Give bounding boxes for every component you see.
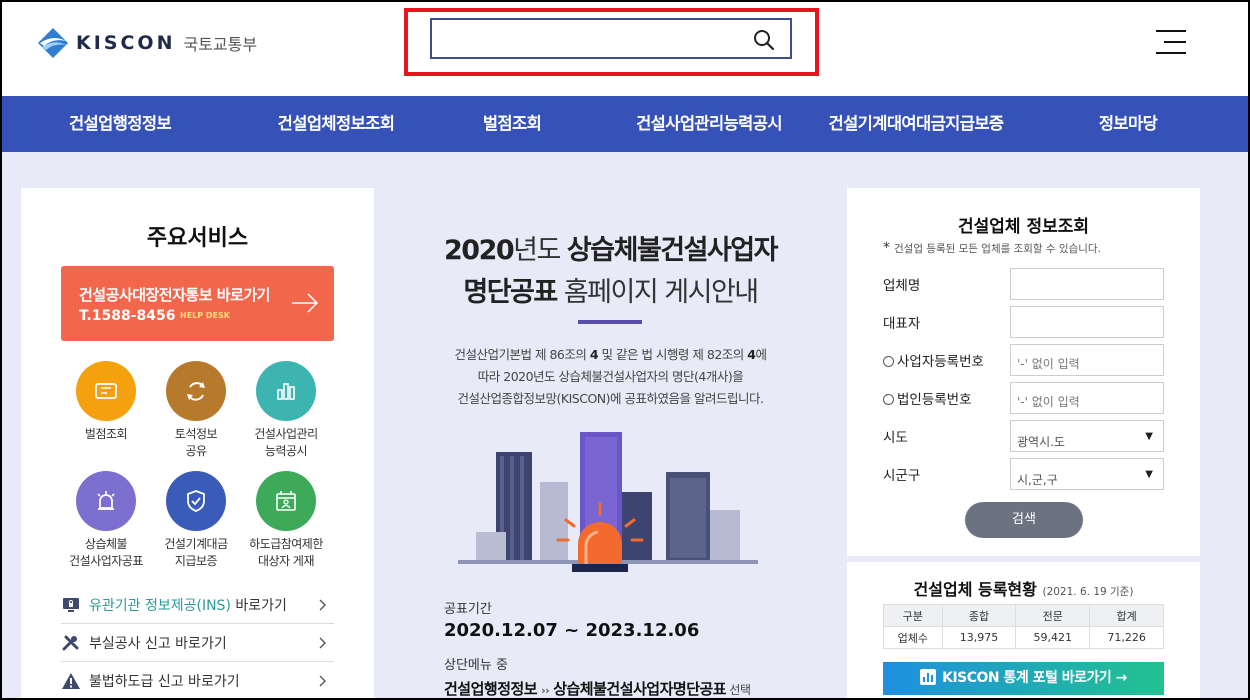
search-input[interactable] [438,26,738,51]
row-sigungu: 시군구 시,군,구 ▼ [883,458,1164,490]
stats-portal-button[interactable]: KISCON 통계 포털 바로가기 → [883,662,1164,695]
company-name-input[interactable] [1010,268,1164,300]
quick-links: 유관기관 정보제공(INS) 바로가기 부실공사 신고 바로가기 불법하도급 신… [61,586,334,700]
stats-table: 구분 종합 전문 합계 업체수 13,975 59,421 71,226 [883,604,1164,649]
shield-check-icon [187,490,205,512]
nav-item-guarantee[interactable]: 건설기계대여대금지급보증 [826,96,1006,152]
kiscon-diamond-icon [38,28,68,58]
nav-item-company-lookup[interactable]: 건설업체정보조회 [240,96,432,152]
search-box[interactable] [430,18,792,59]
bizno-radio[interactable] [883,356,894,367]
chevron-right-icon [319,599,326,611]
search-icon[interactable] [752,28,776,52]
bar-chart-icon [277,383,295,400]
top-menu-label: 상단메뉴 중 [444,658,508,673]
nav-item-capability[interactable]: 건설사업관리능력공시 [592,96,826,152]
notice-description: 건설산업기본법 제 86조의 4 및 같은 법 시행령 제 82조의 4에 따라… [454,347,767,406]
nav-item-penalty[interactable]: 벌점조회 [432,96,592,152]
period-value: 2020.12.07 ~ 2023.12.06 [444,620,700,641]
service-soil-info[interactable]: 토석정보 공유 [151,361,241,460]
search-panel-note: * 건설업 등록된 모든 업체를 조회할 수 있습니다. [883,240,1101,256]
stats-chart-icon [920,669,937,685]
menu-path: 건설업행정정보 ›› 상습체불건설사업자명단공표 선택 [444,680,751,698]
row-corpno: 법인등록번호 [883,382,1164,414]
chevron-right-icon [319,637,326,649]
link-faulty-construction[interactable]: 부실공사 신고 바로가기 [61,624,334,662]
panel-title: 주요서비스 [146,226,249,251]
title-divider [578,320,642,324]
main-services-panel: 주요서비스 건설공사대장전자통보 바로가기 T.1588-8456 HELP D… [21,188,374,700]
kiscon-logo[interactable]: KISCON 국토교통부 [36,26,257,60]
row-bizno: 사업자등록번호 [883,344,1164,376]
company-search-button[interactable]: 검색 [965,502,1083,538]
e-report-banner[interactable]: 건설공사대장전자통보 바로가기 T.1588-8456 HELP DESK [61,266,334,341]
row-sido: 시도 광역시.도 ▼ [883,420,1164,452]
warning-icon [62,672,80,689]
link-illegal-subcontract[interactable]: 불법하도급 신고 바로가기 [61,662,334,700]
service-penalty[interactable]: 벌점조회 [61,361,151,443]
main-nav: 건설업행정정보 건설업체정보조회 벌점조회 건설사업관리능력공시 건설기계대여대… [0,96,1250,152]
nav-item-info[interactable]: 정보마당 [1006,96,1250,152]
recycle-icon [187,382,205,401]
header: KISCON 국토교통부 [0,0,1250,96]
hamburger-menu-icon[interactable] [1156,30,1186,56]
sido-select[interactable]: 광역시.도 ▼ [1010,420,1164,452]
link-ins[interactable]: 유관기관 정보제공(INS) 바로가기 [61,586,334,624]
table-row: 업체수 13,975 59,421 71,226 [883,626,1164,649]
dropdown-arrow-icon: ▼ [1145,469,1153,480]
sigungu-select[interactable]: 시,군,구 ▼ [1010,458,1164,490]
search-panel-title: 건설업체 정보조회 [957,217,1090,237]
service-habitual-delinquent[interactable]: 상습체불 건설사업자공표 [61,471,151,570]
dropdown-arrow-icon: ▼ [1145,431,1153,442]
logo-text: KISCON [76,32,176,54]
chevron-right-icon [319,675,326,687]
corpno-radio[interactable] [883,394,894,405]
nav-item-admin-info[interactable]: 건설업행정정보 [0,96,240,152]
notice-title-line1: 2020년도 상습체불건설사업자 [444,235,778,266]
arrow-right-icon [292,293,319,313]
row-ceo: 대표자 [883,306,1164,338]
tools-icon [62,635,79,650]
logo-sub: 국토교통부 [183,35,258,54]
ticket-icon [95,383,117,399]
calendar-person-icon [276,491,296,511]
siren-icon [97,491,115,510]
registration-stats-panel: 건설업체 등록현황 (2021. 6. 19 기준) 구분 종합 전문 합계 업… [847,562,1200,700]
banner-title: 건설공사대장전자통보 바로가기 [79,286,270,304]
notice-title-line2: 명단공표 홈페이지 게시안내 [463,277,759,308]
corpno-input[interactable] [1010,382,1164,414]
city-siren-illustration [458,432,758,572]
banner-help: HELP DESK [180,311,230,320]
notice-banner[interactable]: 2020년도 상습체불건설사업자 명단공표 홈페이지 게시안내 건설산업기본법 … [374,152,847,700]
company-search-panel: 건설업체 정보조회 * 건설업 등록된 모든 업체를 조회할 수 있습니다. 업체… [847,188,1200,556]
service-subcontract-restriction[interactable]: 하도급참여제한 대상자 게재 [241,471,331,570]
stats-title: 건설업체 등록현황 (2021. 6. 19 기준) [913,580,1134,599]
bizno-input[interactable] [1010,344,1164,376]
monitor-lock-icon [63,597,79,612]
ceo-name-input[interactable] [1010,306,1164,338]
banner-phone: T.1588-8456 [79,308,176,324]
service-machine-guarantee[interactable]: 건설기계대금 지급보증 [151,471,241,570]
period-label: 공표기간 [444,602,492,617]
row-company: 업체명 [883,268,1164,300]
service-capability[interactable]: 건설사업관리 능력공시 [241,361,331,460]
